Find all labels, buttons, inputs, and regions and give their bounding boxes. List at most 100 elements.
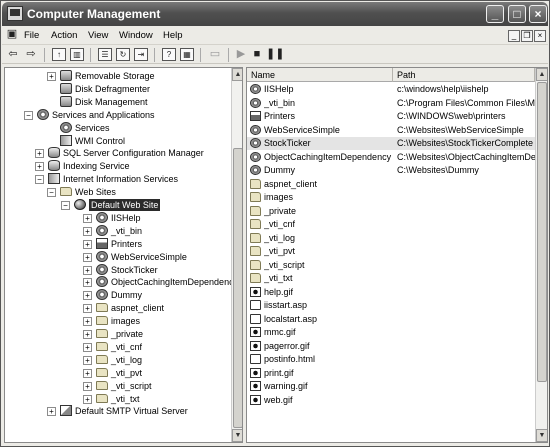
expand-icon[interactable]: + (83, 239, 92, 249)
list-scroll-thumb[interactable] (537, 82, 547, 382)
tree-node[interactable]: Disk Defragmenter (5, 82, 229, 96)
list-item[interactable]: iisstart.asp (247, 299, 535, 312)
close-icon[interactable]: × (529, 5, 547, 23)
maximize-icon[interactable]: □ (508, 5, 526, 23)
expand-icon[interactable]: + (83, 226, 92, 236)
expand-icon[interactable]: + (83, 381, 92, 391)
tree-node[interactable]: + Removable Storage (5, 70, 229, 83)
tree-node[interactable]: + _vti_script (5, 380, 229, 393)
tree-scroll-thumb[interactable] (233, 148, 242, 428)
expand-icon[interactable]: + (83, 394, 92, 404)
tree-node[interactable]: + _private (5, 328, 229, 341)
expand-icon[interactable]: + (83, 278, 92, 288)
tree-node[interactable]: + ObjectCachingItemDependency (5, 276, 238, 289)
tree-node[interactable]: Services (5, 121, 229, 135)
menu-window[interactable]: Window (119, 30, 153, 41)
expand-icon[interactable]: + (35, 162, 44, 172)
forward-icon[interactable]: ⇨ (24, 48, 38, 61)
tree-scrollbar[interactable]: ▲ ▼ (231, 68, 242, 442)
up-one-level-icon[interactable]: ↑ (52, 48, 66, 61)
title-bar[interactable]: Computer Management _ □ × (2, 2, 548, 26)
tree-node[interactable]: + Printers (5, 237, 229, 251)
expand-icon[interactable]: + (83, 317, 92, 327)
scroll-up-icon[interactable]: ▲ (536, 68, 547, 81)
collapse-icon[interactable]: − (47, 188, 56, 198)
collapse-icon[interactable]: − (61, 201, 70, 210)
expand-icon[interactable]: + (83, 330, 92, 339)
list-item[interactable]: _vti_pvt (247, 245, 535, 258)
tree-node[interactable]: + Dummy (5, 289, 229, 302)
tree-node[interactable]: WMI Control (5, 134, 229, 148)
menu-view[interactable]: View (88, 30, 108, 41)
column-name[interactable]: Name (247, 68, 393, 82)
child-close-icon[interactable]: × (534, 30, 546, 42)
tree-node[interactable]: + SQL Server Configuration Manager (5, 147, 229, 160)
back-icon[interactable]: ⇦ (6, 48, 20, 61)
list-item[interactable]: warning.gif (247, 380, 535, 393)
pause-icon[interactable]: ❚❚ (266, 48, 284, 61)
expand-icon[interactable]: + (47, 407, 56, 417)
expand-icon[interactable]: + (83, 355, 92, 365)
expand-icon[interactable]: + (83, 252, 92, 262)
tree-node[interactable]: + images (5, 315, 229, 328)
list-item[interactable]: _vti_bin C:\Program Files\Common Files\Mi… (247, 97, 535, 110)
tree-node[interactable]: + _vti_bin (5, 224, 229, 238)
list-item[interactable]: _vti_log (247, 232, 535, 245)
list-item[interactable]: aspnet_client (247, 178, 535, 191)
list-item[interactable]: _vti_cnf (247, 218, 535, 231)
list-item[interactable]: images (247, 191, 535, 204)
tree-node[interactable]: + Indexing Service (5, 160, 229, 173)
menu-action[interactable]: Action (51, 30, 77, 41)
export-list-icon[interactable]: ⇥ (134, 48, 148, 61)
list-item[interactable]: postinfo.html (247, 353, 535, 366)
list-item[interactable]: Dummy C:\Websites\Dummy (247, 164, 535, 177)
column-path[interactable]: Path (393, 68, 535, 82)
tree-node[interactable]: + Default SMTP Virtual Server (5, 405, 229, 418)
expand-icon[interactable]: + (47, 72, 56, 81)
list-item[interactable]: ObjectCachingItemDependency C:\Websites\O… (247, 151, 535, 164)
properties-icon[interactable]: ☰ (98, 48, 112, 61)
expand-icon[interactable]: + (83, 265, 92, 275)
list-item[interactable]: print.gif (247, 367, 535, 380)
expand-icon[interactable]: + (35, 149, 44, 159)
list-item[interactable]: help.gif (247, 286, 535, 299)
list-item[interactable]: _vti_txt (247, 272, 535, 285)
tree-node[interactable]: + StockTicker (5, 263, 229, 277)
expand-icon[interactable]: + (83, 368, 92, 378)
menu-file[interactable]: File (24, 30, 39, 41)
list-item[interactable]: WebServiceSimple C:\Websites\WebServiceSi… (247, 124, 535, 137)
tree-node[interactable]: + IISHelp (5, 211, 229, 225)
tree-node[interactable]: − Internet Information Services (5, 173, 229, 186)
list-item[interactable]: _vti_script (247, 259, 535, 272)
child-restore-icon[interactable]: ❐ (521, 30, 533, 42)
tree-node[interactable]: + _vti_txt (5, 393, 229, 406)
expand-icon[interactable]: + (83, 213, 92, 223)
tree-node[interactable]: + _vti_log (5, 354, 229, 367)
list-item[interactable]: _private (247, 205, 535, 218)
child-minimize-icon[interactable]: _ (508, 30, 520, 42)
list-item[interactable]: pagerror.gif (247, 340, 535, 353)
minimize-icon[interactable]: _ (486, 5, 504, 23)
scroll-down-icon[interactable]: ▼ (232, 429, 242, 442)
tree-node[interactable]: + _vti_pvt (5, 367, 229, 380)
list-item[interactable]: web.gif (247, 394, 535, 407)
collapse-icon[interactable]: − (35, 175, 44, 185)
show-hide-tree-icon[interactable]: ▥ (70, 48, 84, 61)
console-icon[interactable]: ▣ (5, 28, 19, 41)
expand-icon[interactable]: + (83, 291, 92, 301)
scroll-down-icon[interactable]: ▼ (536, 429, 547, 442)
stop-icon[interactable]: ■ (250, 48, 264, 61)
start-icon[interactable]: ▶ (234, 48, 248, 61)
tree-node[interactable]: + _vti_cnf (5, 341, 229, 354)
tree-node[interactable]: − Default Web Site (5, 199, 229, 212)
list-scrollbar[interactable]: ▲ ▼ (535, 68, 547, 442)
help-icon[interactable]: ? (162, 48, 176, 61)
collapse-icon[interactable]: − (24, 110, 33, 120)
expand-icon[interactable]: + (83, 304, 92, 314)
task-pad-icon[interactable]: ▦ (180, 48, 194, 61)
list-item[interactable]: mmc.gif (247, 326, 535, 339)
tree-node[interactable]: − Services and Applications (5, 108, 229, 122)
scroll-up-icon[interactable]: ▲ (232, 68, 242, 81)
list-item[interactable]: StockTicker C:\Websites\StockTickerComple… (247, 137, 535, 150)
list-item[interactable]: localstart.asp (247, 313, 535, 326)
